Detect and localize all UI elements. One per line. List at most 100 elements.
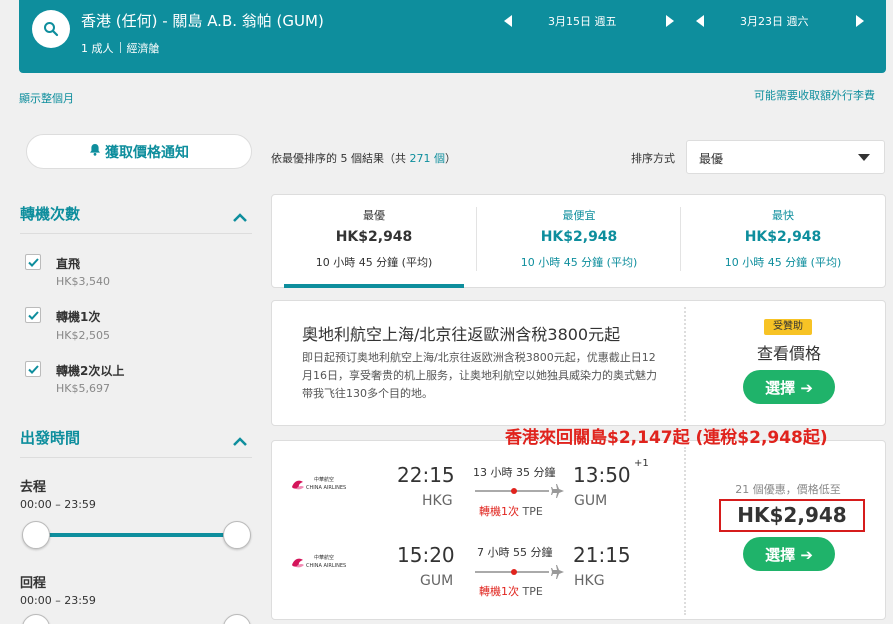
stops-direct-price: HK$3,540	[56, 275, 110, 288]
depart-date[interactable]: 3月15日 週五	[548, 13, 617, 29]
divider	[684, 307, 686, 421]
sponsored-ad-card[interactable]: 奧地利航空上海/北京往返歐洲含稅3800元起 即日起预订奥地利航空上海/北京往返…	[271, 300, 886, 426]
airline-name-cn: 中華航空	[314, 554, 334, 561]
return-prev-day-icon[interactable]	[692, 12, 708, 30]
divider	[20, 457, 252, 458]
search-summary-bar[interactable]: 香港 (任何) - 關島 A.B. 翁帕 (GUM) 1 成人 經濟艙 3月15日…	[19, 0, 886, 73]
active-tab-indicator	[284, 284, 464, 288]
divider	[684, 447, 686, 615]
depart-prev-day-icon[interactable]	[500, 12, 516, 30]
inbound-departure-airport: GUM	[420, 573, 454, 589]
stop-dot	[511, 488, 517, 494]
stops-one-price: HK$2,505	[56, 329, 110, 342]
inbound-duration: 7 小時 55 分鐘	[477, 546, 553, 559]
china-airlines-logo-icon: 中華航空 CHINA AIRLINES	[292, 554, 346, 569]
result-count: 5	[340, 152, 348, 165]
tab-best-price: HK$2,948	[335, 229, 413, 245]
outbound-slider-max-handle[interactable]	[223, 521, 251, 549]
outbound-stop-count: 轉機1次	[479, 505, 519, 518]
sponsored-badge: 受贊助	[764, 319, 812, 335]
return-next-day-icon[interactable]	[852, 12, 868, 30]
stops-one-checkbox[interactable]	[25, 307, 41, 323]
airline-name-cn: 中華航空	[314, 476, 334, 483]
outbound-arrival-time: 13:50	[573, 463, 631, 487]
tab-cheapest-name: 最便宜	[562, 209, 596, 222]
inbound-stop-count: 轉機1次	[479, 585, 519, 598]
tab-cheapest[interactable]: 最便宜 HK$2,948 10 小時 45 分鐘 (平均)	[477, 195, 681, 287]
deal-count: 21 個優惠，價格低至	[735, 483, 841, 496]
tab-fastest-duration: 10 小時 45 分鐘 (平均)	[724, 256, 842, 269]
return-slider-min-handle[interactable]	[22, 614, 50, 624]
tab-fastest-name: 最快	[772, 209, 794, 222]
china-airlines-logo-icon: 中華航空 CHINA AIRLINES	[292, 476, 346, 491]
inbound-departure-time: 15:20	[397, 543, 455, 567]
tab-fastest[interactable]: 最快 HK$2,948 10 小時 45 分鐘 (平均)	[681, 195, 885, 287]
bell-icon	[89, 143, 101, 160]
outbound-time-label: 去程	[20, 480, 47, 495]
outbound-via-airport: TPE	[522, 505, 543, 518]
flight-select-button[interactable]: 選擇 ➔	[743, 537, 835, 571]
outbound-stops: 轉機1次 TPE	[479, 503, 543, 519]
stops-direct-label: 直飛	[56, 257, 81, 271]
price-alert-label: 獲取價格通知	[105, 144, 189, 161]
best-price: HK$2,948	[719, 499, 865, 532]
caret-down-icon	[858, 154, 870, 161]
cabin-class: 經濟艙	[126, 42, 160, 55]
stops-two-plus-label: 轉機2次以上	[56, 364, 125, 378]
return-time-range: 00:00 – 23:59	[20, 594, 96, 607]
chevron-up-icon[interactable]	[232, 208, 248, 222]
sort-value: 最優	[699, 152, 724, 166]
sort-label: 排序方式	[631, 152, 675, 165]
ad-body: 即日起预订奥地利航空上海/北京往返欧洲含税3800元起，优惠截止日12月16日，…	[302, 351, 657, 400]
inbound-stops: 轉機1次 TPE	[479, 583, 543, 599]
outbound-slider-min-handle[interactable]	[22, 521, 50, 549]
return-time-label: 回程	[20, 576, 47, 591]
tab-cheapest-price: HK$2,948	[540, 229, 618, 245]
summary-mid: 個結果（共	[347, 152, 410, 165]
airline-name-en: CHINA AIRLINES	[306, 485, 346, 491]
inbound-via-airport: TPE	[522, 585, 543, 598]
stop-dot	[511, 569, 517, 575]
tab-best[interactable]: 最優 HK$2,948 10 小時 45 分鐘 (平均)	[272, 195, 476, 287]
stops-one-label: 轉機1次	[56, 310, 101, 324]
view-price-label: 查看價格	[756, 344, 821, 363]
stops-filter-title[interactable]: 轉機次數	[20, 203, 80, 224]
inbound-arrival-time: 21:15	[573, 543, 631, 567]
passenger-count: 1 成人	[81, 42, 114, 55]
stops-two-plus-price: HK$5,697	[56, 382, 110, 395]
airline-name-en: CHINA AIRLINES	[306, 563, 346, 569]
sort-tabs: 最優 HK$2,948 10 小時 45 分鐘 (平均) 最便宜 HK$2,94…	[271, 194, 886, 288]
tab-cheapest-duration: 10 小時 45 分鐘 (平均)	[520, 256, 638, 269]
stops-two-plus-checkbox[interactable]	[25, 361, 41, 377]
plane-icon	[551, 484, 564, 498]
chevron-up-icon[interactable]	[232, 432, 248, 446]
summary-prefix: 依最優排序的	[271, 152, 341, 165]
flight-result-card[interactable]: 中華航空 CHINA AIRLINES 22:15 HKG 13 小時 35 分…	[271, 440, 886, 620]
trip-details: 1 成人 經濟艙	[81, 40, 160, 56]
plane-icon	[551, 565, 564, 579]
outbound-slider-track[interactable]	[36, 533, 238, 537]
ad-select-button[interactable]: 選擇 ➔	[743, 370, 835, 404]
route-title: 香港 (任何) - 關島 A.B. 翁帕 (GUM)	[81, 12, 324, 30]
tab-fastest-price: HK$2,948	[744, 229, 822, 245]
outbound-time-range: 00:00 – 23:59	[20, 498, 96, 511]
next-day-indicator: +1	[634, 458, 649, 469]
price-alert-button[interactable]: 獲取價格通知	[26, 134, 252, 169]
results-summary: 依最優排序的 5 個結果（共 271 個）	[271, 150, 456, 166]
stops-direct-checkbox[interactable]	[25, 254, 41, 270]
tab-best-name: 最優	[363, 209, 385, 222]
promo-annotation: 香港來回關島$2,147起 (連稅$2,948起)	[505, 428, 828, 448]
return-date[interactable]: 3月23日 週六	[740, 13, 809, 29]
outbound-departure-airport: HKG	[422, 493, 453, 509]
tab-best-duration: 10 小時 45 分鐘 (平均)	[315, 256, 433, 269]
ad-title[interactable]: 奧地利航空上海/北京往返歐洲含稅3800元起	[302, 321, 620, 345]
depart-next-day-icon[interactable]	[662, 12, 678, 30]
baggage-fee-link[interactable]: 可能需要收取額外行李費	[754, 87, 875, 103]
divider	[20, 233, 252, 234]
show-whole-month-link[interactable]: 顯示整個月	[19, 90, 74, 106]
times-filter-title[interactable]: 出發時間	[20, 427, 80, 448]
sort-select[interactable]: 最優	[686, 140, 885, 174]
search-icon[interactable]	[32, 10, 70, 48]
total-results-link[interactable]: 271 個	[410, 152, 446, 165]
return-slider-max-handle[interactable]	[223, 614, 251, 624]
